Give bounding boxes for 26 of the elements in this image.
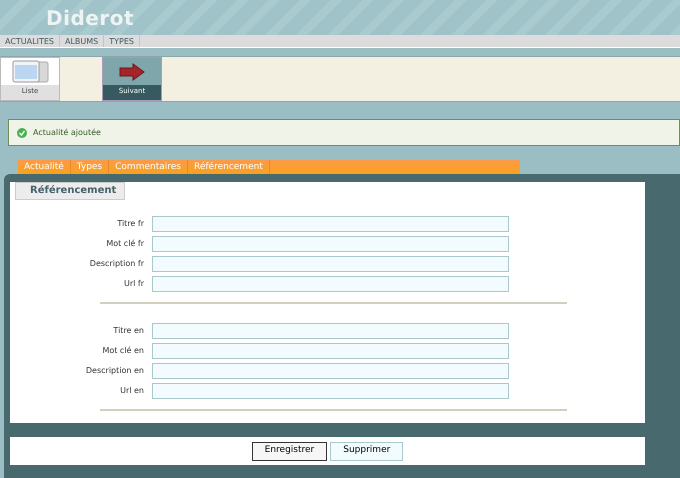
input-field[interactable] — [152, 216, 509, 232]
input-field[interactable] — [152, 343, 509, 359]
message-text: Actualité ajoutée — [33, 126, 101, 138]
arrow-right-icon — [119, 62, 145, 80]
nav-link[interactable]: ACTUALITES — [0, 35, 60, 47]
input-field[interactable] — [152, 256, 509, 272]
input-field[interactable] — [152, 383, 509, 399]
input-field[interactable] — [152, 323, 509, 339]
field-label: Mot clé en — [101, 345, 145, 357]
field-label: Description fr — [88, 258, 145, 270]
field-label: Url fr — [122, 278, 145, 290]
input-field[interactable] — [152, 276, 509, 292]
check-icon — [17, 128, 27, 138]
nav-link[interactable]: ALBUMS — [60, 35, 104, 47]
form-button[interactable]: Supprimer — [330, 442, 404, 460]
field-label: Description en — [84, 365, 145, 377]
field-label: Titre fr — [116, 218, 145, 230]
site-title: Diderot — [46, 4, 134, 32]
field-label: Mot clé fr — [105, 238, 145, 250]
input-field[interactable] — [152, 236, 509, 252]
nav-link[interactable]: TYPES — [104, 35, 140, 47]
form-button[interactable]: Enregistrer — [252, 442, 328, 460]
input-field[interactable] — [152, 363, 509, 379]
field-label: Url en — [119, 385, 145, 397]
window-icon — [11, 58, 49, 84]
field-label: Titre en — [112, 325, 145, 337]
